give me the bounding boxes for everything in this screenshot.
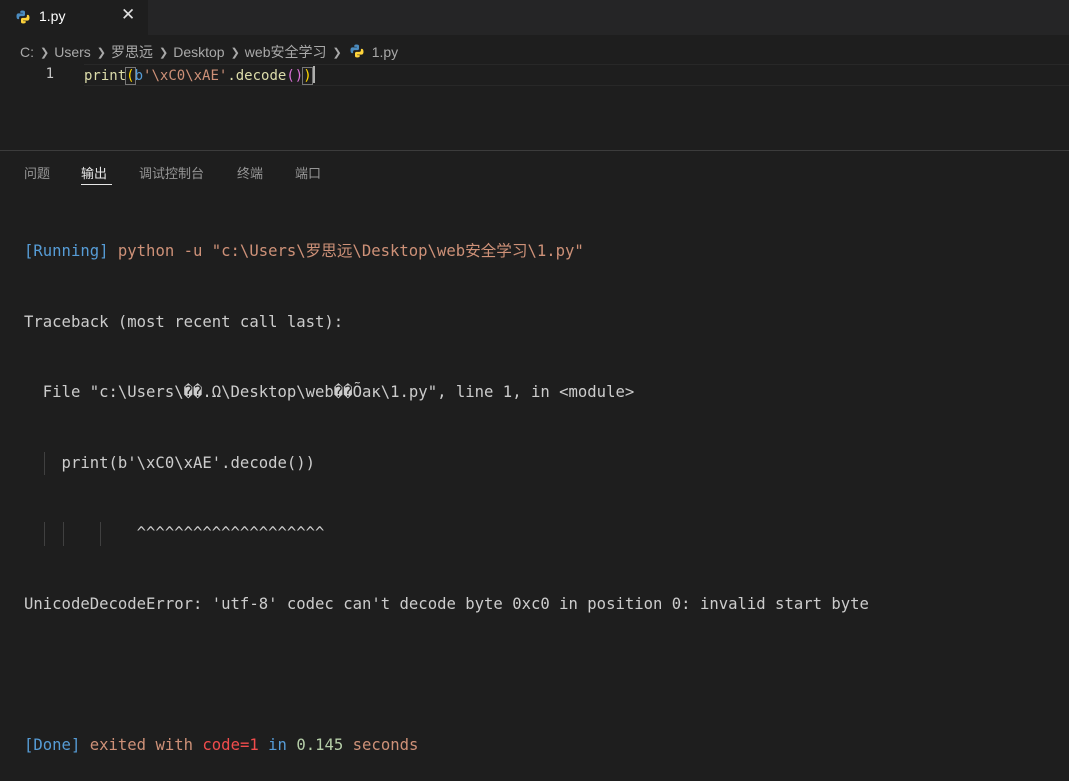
chevron-right-icon: ❯ xyxy=(159,46,169,59)
chevron-right-icon: ❯ xyxy=(230,46,240,59)
indent-guide xyxy=(44,522,45,546)
tab-problems[interactable]: 问题 xyxy=(24,163,50,182)
code-inner-parens: () xyxy=(286,68,304,84)
close-icon[interactable]: ✕ xyxy=(121,5,135,25)
done-tag: [Done] xyxy=(24,735,81,754)
output-code-line: print(b'\xC0\xAE'.decode()) xyxy=(24,451,1064,475)
breadcrumb-item-drive[interactable]: C: xyxy=(20,44,34,60)
text-cursor xyxy=(312,66,315,83)
panel-divider[interactable] xyxy=(0,150,1069,151)
tab-terminal[interactable]: 终端 xyxy=(237,163,263,182)
python-file-icon xyxy=(350,44,364,61)
active-tab-indicator xyxy=(81,184,112,185)
editor-tab-bar: 1.py ✕ xyxy=(0,0,1069,35)
python-file-icon xyxy=(16,9,30,28)
breadcrumb-item-desktop[interactable]: Desktop xyxy=(173,44,224,60)
done-time: 0.145 xyxy=(296,735,344,754)
tab-1-py[interactable]: 1.py ✕ xyxy=(0,0,148,35)
breadcrumb-item-file[interactable]: 1.py xyxy=(372,44,398,60)
done-in-text: in xyxy=(258,735,297,754)
tab-label: 1.py xyxy=(39,8,66,24)
indent-guide xyxy=(100,522,101,546)
tab-ports[interactable]: 端口 xyxy=(295,163,321,182)
code-bytes-prefix: b xyxy=(134,68,144,84)
breadcrumb-item-folder[interactable]: web安全学习 xyxy=(245,42,327,62)
breadcrumb: C: ❯ Users ❯ 罗思远 ❯ Desktop ❯ web安全学习 ❯ 1… xyxy=(20,42,398,62)
output-done-line: [Done] exited with code=1 in 0.145 secon… xyxy=(24,734,1064,758)
tab-debug-console[interactable]: 调试控制台 xyxy=(139,163,204,182)
done-exit-code: code=1 xyxy=(202,735,259,754)
output-carets: ^^^^^^^^^^^^^^^^^^^^ xyxy=(24,524,325,542)
output-panel[interactable]: [Running] python -u "c:\Users\罗思远\Deskto… xyxy=(24,193,1064,781)
code-method: .decode xyxy=(227,68,287,84)
line-number: 1 xyxy=(45,66,54,82)
done-exit-text: exited with xyxy=(80,735,203,754)
indent-guide xyxy=(44,451,45,475)
output-traceback-line: Traceback (most recent call last): xyxy=(24,312,344,331)
code-function: print xyxy=(84,68,127,84)
breadcrumb-item-users[interactable]: Users xyxy=(54,44,91,60)
code-line[interactable]: print(b'\xC0\xAE'.decode()) xyxy=(84,66,315,85)
output-error-line: UnicodeDecodeError: 'utf-8' codec can't … xyxy=(24,594,869,613)
code-close-paren: ) xyxy=(302,67,313,85)
done-seconds-text: seconds xyxy=(343,735,419,754)
tab-output[interactable]: 输出 xyxy=(81,163,107,182)
chevron-right-icon: ❯ xyxy=(332,46,342,59)
output-caret-line: ^^^^^^^^^^^^^^^^^^^^ xyxy=(24,522,1064,546)
output-file-line: File "c:\Users\��.Ω\Desktop\web��Õак\1.p… xyxy=(24,383,635,401)
output-running-line: [Running] python -u "c:\Users\罗思远\Deskto… xyxy=(24,240,1064,264)
code-open-paren: ( xyxy=(125,67,136,85)
chevron-right-icon: ❯ xyxy=(96,46,106,59)
code-editor[interactable]: 1 print(b'\xC0\xAE'.decode()) xyxy=(0,64,1069,150)
running-tag: [Running] xyxy=(24,242,109,260)
breadcrumb-item-user[interactable]: 罗思远 xyxy=(111,42,153,62)
running-command: python -u "c:\Users\罗思远\Desktop\web安全学习\… xyxy=(108,242,584,260)
output-code-text: print(b'\xC0\xAE'.decode()) xyxy=(24,453,316,472)
code-string: '\xC0\xAE' xyxy=(143,68,228,84)
chevron-right-icon: ❯ xyxy=(40,46,50,59)
indent-guide xyxy=(63,522,64,546)
output-blank-line xyxy=(24,663,1064,687)
